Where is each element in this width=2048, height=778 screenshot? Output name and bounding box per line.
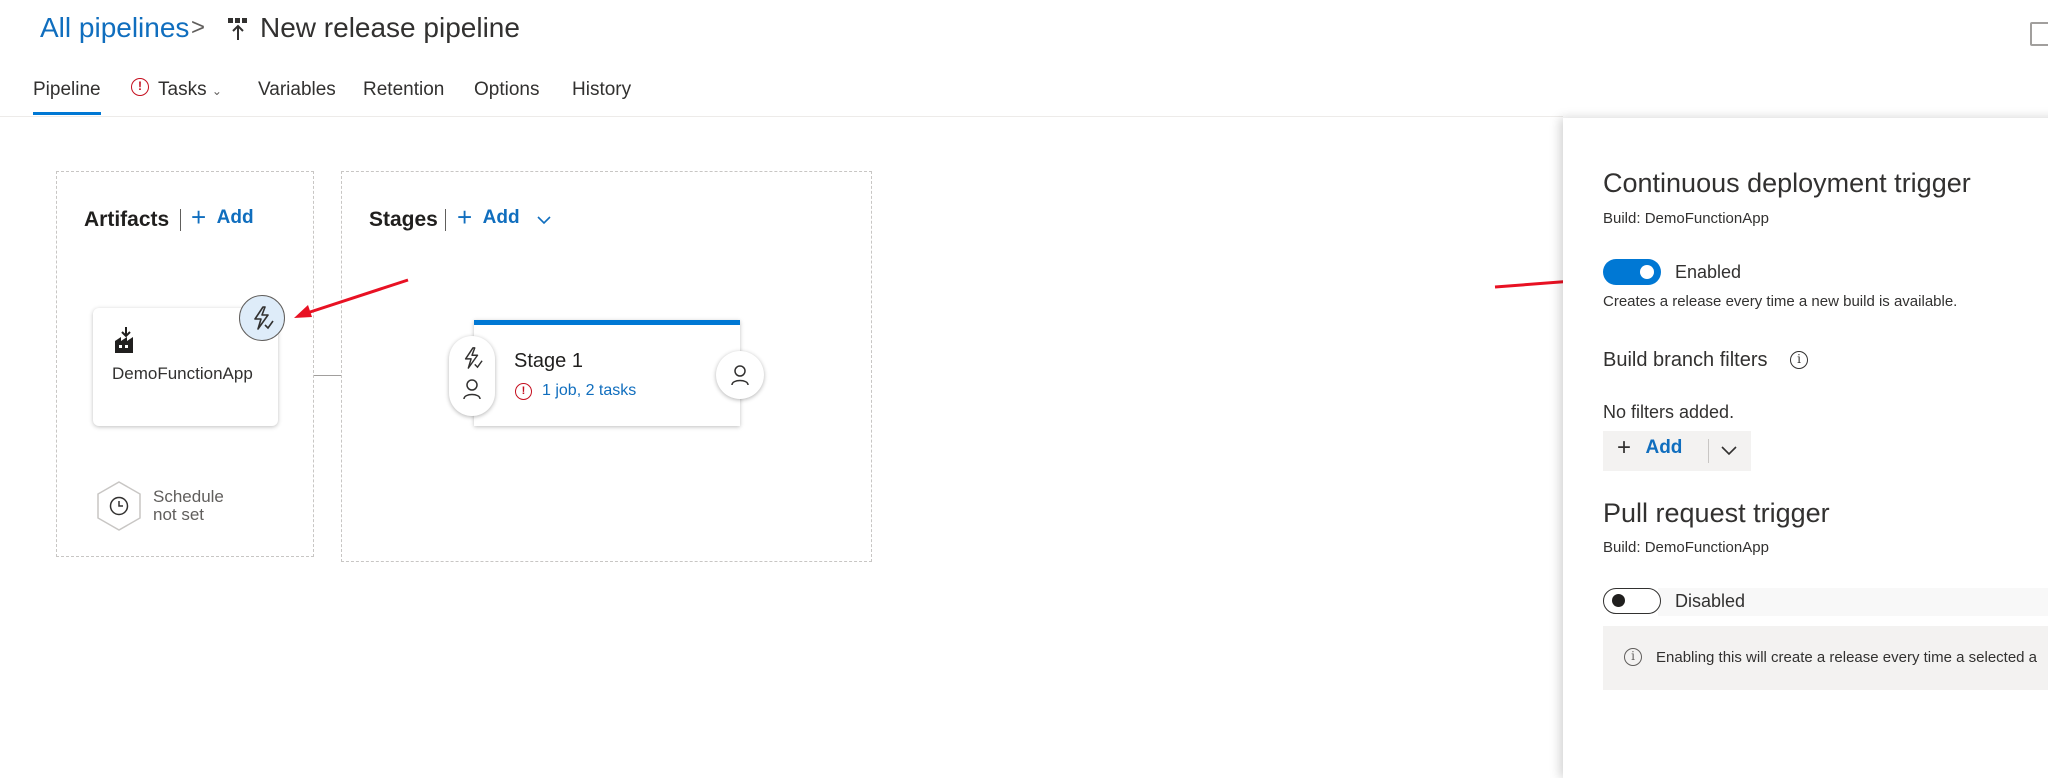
tab-options[interactable]: Options: [474, 79, 539, 101]
branch-filter-add-button[interactable]: + Add: [1617, 434, 1682, 462]
schedule-text[interactable]: Schedule not set: [153, 488, 224, 524]
person-icon: [731, 365, 749, 386]
pre-deployment-conditions[interactable]: [449, 336, 495, 416]
branch-filters-title: Build branch filters: [1603, 349, 1768, 371]
post-deployment-conditions[interactable]: [716, 351, 764, 399]
tasks-error-icon: !: [131, 78, 149, 96]
info-icon[interactable]: i: [1790, 351, 1808, 369]
split-button-divider: [1708, 439, 1709, 463]
stage-card[interactable]: Stage 1 ! 1 job, 2 tasks: [474, 320, 740, 426]
toggle-knob: [1612, 594, 1625, 607]
plus-icon: +: [1617, 434, 1632, 461]
toggle-knob: [1640, 265, 1654, 279]
artifacts-title: Artifacts: [84, 208, 170, 231]
chevron-down-icon[interactable]: [1720, 444, 1738, 458]
chevron-down-icon[interactable]: [536, 212, 552, 228]
cd-description: Creates a release every time a new build…: [1603, 293, 1958, 310]
stage-error-icon: !: [515, 383, 532, 400]
cd-toggle-label: Enabled: [1675, 262, 1742, 282]
chevron-down-icon: ⌄: [211, 84, 222, 98]
pr-info-text: Enabling this will create a release ever…: [1656, 649, 2038, 666]
release-pipeline-icon: [228, 18, 247, 40]
artifacts-title-separator: [180, 209, 181, 231]
stages-add-label: Add: [482, 207, 520, 228]
lightning-icon: [254, 306, 274, 330]
branch-filter-add-label: Add: [1645, 437, 1683, 458]
info-icon: i: [1624, 648, 1642, 666]
person-icon: [463, 379, 481, 400]
breadcrumb-separator: >: [191, 14, 206, 41]
plus-icon: +: [457, 202, 473, 232]
stage-tasks-link[interactable]: 1 job, 2 tasks: [542, 382, 636, 400]
no-filters-text: No filters added.: [1603, 402, 1735, 422]
schedule-line-2: not set: [153, 505, 205, 524]
tab-retention[interactable]: Retention: [363, 79, 444, 101]
annotation-arrow: [294, 278, 409, 318]
schedule-line-1: Schedule: [153, 487, 224, 506]
pr-trigger-toggle[interactable]: [1603, 588, 1661, 614]
tab-pipeline[interactable]: Pipeline: [33, 79, 101, 101]
breadcrumb-all-pipelines[interactable]: All pipelines: [40, 12, 189, 44]
pr-build-source: Build: DemoFunctionApp: [1603, 539, 1769, 556]
artifacts-add-label: Add: [216, 207, 254, 228]
artifact-name: DemoFunctionApp: [112, 364, 253, 383]
tab-active-underline: [33, 112, 101, 115]
lightning-icon: [464, 347, 483, 369]
stage-name: Stage 1: [514, 350, 583, 372]
page-title: New release pipeline: [260, 12, 520, 43]
cd-trigger-title: Continuous deployment trigger: [1603, 168, 1971, 198]
plus-icon: +: [191, 202, 207, 232]
stages-title: Stages: [369, 208, 438, 231]
cd-build-source: Build: DemoFunctionApp: [1603, 210, 1769, 227]
tab-tasks[interactable]: Tasks ⌄: [158, 79, 222, 101]
cd-trigger-toggle[interactable]: [1603, 259, 1661, 285]
stages-add-button[interactable]: + Add: [457, 202, 520, 233]
artifacts-add-button[interactable]: + Add: [191, 202, 254, 233]
clock-icon[interactable]: [95, 480, 143, 532]
cd-trigger-button[interactable]: [239, 295, 285, 341]
tab-variables[interactable]: Variables: [258, 79, 336, 101]
header-divider: [0, 116, 1563, 117]
build-artifact-icon: [115, 327, 133, 353]
tab-history[interactable]: History: [572, 79, 631, 101]
pr-trigger-title: Pull request trigger: [1603, 498, 1830, 528]
stages-title-separator: [445, 209, 446, 231]
pr-toggle-label: Disabled: [1675, 591, 1746, 611]
tab-tasks-label: Tasks: [158, 79, 207, 100]
save-icon[interactable]: [2030, 22, 2048, 46]
